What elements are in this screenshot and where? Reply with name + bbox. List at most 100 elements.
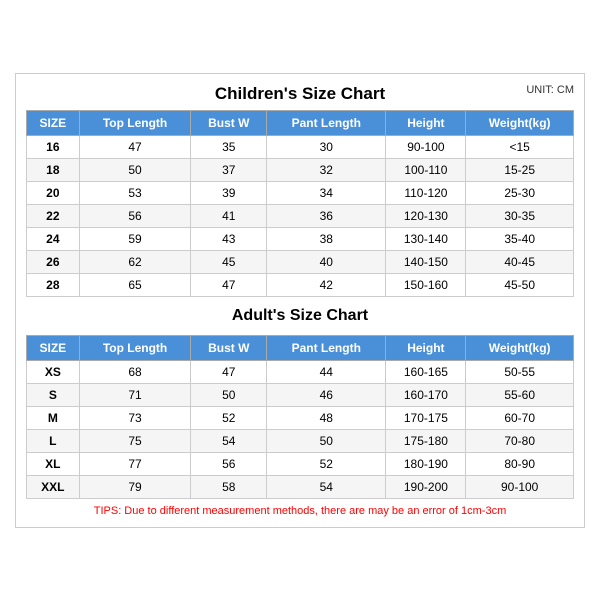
table-cell: 50 <box>191 383 267 406</box>
table-cell: 48 <box>267 406 386 429</box>
children-col-weight: Weight(kg) <box>466 110 574 135</box>
table-cell: 47 <box>79 135 191 158</box>
table-row: XXL795854190-20090-100 <box>27 475 574 498</box>
adults-col-bust-w: Bust W <box>191 335 267 360</box>
table-cell: 30-35 <box>466 204 574 227</box>
table-cell: 175-180 <box>386 429 466 452</box>
table-cell: XS <box>27 360 80 383</box>
table-cell: 40-45 <box>466 250 574 273</box>
children-col-pant-length: Pant Length <box>267 110 386 135</box>
table-cell: 34 <box>267 181 386 204</box>
table-cell: 58 <box>191 475 267 498</box>
table-cell: 36 <box>267 204 386 227</box>
table-cell: 46 <box>267 383 386 406</box>
table-cell: 90-100 <box>386 135 466 158</box>
children-header-row: SIZE Top Length Bust W Pant Length Heigh… <box>27 110 574 135</box>
table-cell: 20 <box>27 181 80 204</box>
adults-chart-title: Adult's Size Chart <box>26 301 574 331</box>
table-cell: 71 <box>79 383 191 406</box>
table-cell: 160-170 <box>386 383 466 406</box>
table-cell: 35-40 <box>466 227 574 250</box>
table-row: 26624540140-15040-45 <box>27 250 574 273</box>
table-row: 18503732100-11015-25 <box>27 158 574 181</box>
table-cell: 37 <box>191 158 267 181</box>
children-col-bust-w: Bust W <box>191 110 267 135</box>
table-cell: 80-90 <box>466 452 574 475</box>
table-row: M735248170-17560-70 <box>27 406 574 429</box>
table-cell: 56 <box>79 204 191 227</box>
table-cell: 30 <box>267 135 386 158</box>
table-cell: 110-120 <box>386 181 466 204</box>
table-row: XL775652180-19080-90 <box>27 452 574 475</box>
table-cell: 50 <box>267 429 386 452</box>
children-col-size: SIZE <box>27 110 80 135</box>
table-cell: 70-80 <box>466 429 574 452</box>
table-cell: 79 <box>79 475 191 498</box>
table-cell: 38 <box>267 227 386 250</box>
table-cell: 45 <box>191 250 267 273</box>
table-cell: 150-160 <box>386 273 466 296</box>
table-row: 24594338130-14035-40 <box>27 227 574 250</box>
table-cell: 50 <box>79 158 191 181</box>
table-cell: 180-190 <box>386 452 466 475</box>
table-row: 1647353090-100<15 <box>27 135 574 158</box>
table-cell: 170-175 <box>386 406 466 429</box>
children-title-row: Children's Size Chart UNIT: CM <box>26 84 574 104</box>
table-cell: 56 <box>191 452 267 475</box>
table-cell: 140-150 <box>386 250 466 273</box>
table-row: XS684744160-16550-55 <box>27 360 574 383</box>
table-cell: 60-70 <box>466 406 574 429</box>
table-row: 28654742150-16045-50 <box>27 273 574 296</box>
adults-header-row: SIZE Top Length Bust W Pant Length Heigh… <box>27 335 574 360</box>
table-cell: 54 <box>191 429 267 452</box>
table-cell: 39 <box>191 181 267 204</box>
table-cell: 160-165 <box>386 360 466 383</box>
table-cell: 54 <box>267 475 386 498</box>
children-col-height: Height <box>386 110 466 135</box>
table-cell: 130-140 <box>386 227 466 250</box>
adults-col-size: SIZE <box>27 335 80 360</box>
children-chart-title: Children's Size Chart <box>215 84 385 104</box>
table-cell: 120-130 <box>386 204 466 227</box>
adults-col-pant-length: Pant Length <box>267 335 386 360</box>
table-cell: 52 <box>191 406 267 429</box>
children-size-table: SIZE Top Length Bust W Pant Length Heigh… <box>26 110 574 297</box>
table-cell: 62 <box>79 250 191 273</box>
table-cell: XXL <box>27 475 80 498</box>
table-cell: 75 <box>79 429 191 452</box>
table-cell: <15 <box>466 135 574 158</box>
table-cell: 59 <box>79 227 191 250</box>
table-cell: 15-25 <box>466 158 574 181</box>
table-cell: 47 <box>191 273 267 296</box>
table-cell: 73 <box>79 406 191 429</box>
adults-col-top-length: Top Length <box>79 335 191 360</box>
children-col-top-length: Top Length <box>79 110 191 135</box>
table-cell: 68 <box>79 360 191 383</box>
table-cell: 55-60 <box>466 383 574 406</box>
table-row: 20533934110-12025-30 <box>27 181 574 204</box>
table-row: 22564136120-13030-35 <box>27 204 574 227</box>
table-cell: 18 <box>27 158 80 181</box>
table-cell: 190-200 <box>386 475 466 498</box>
table-cell: 24 <box>27 227 80 250</box>
table-cell: 100-110 <box>386 158 466 181</box>
table-cell: 53 <box>79 181 191 204</box>
table-cell: 16 <box>27 135 80 158</box>
adults-size-table: SIZE Top Length Bust W Pant Length Heigh… <box>26 335 574 499</box>
table-cell: 41 <box>191 204 267 227</box>
table-cell: 42 <box>267 273 386 296</box>
table-cell: 52 <box>267 452 386 475</box>
adults-title-table: Adult's Size Chart <box>26 301 574 331</box>
adults-col-weight: Weight(kg) <box>466 335 574 360</box>
adults-col-height: Height <box>386 335 466 360</box>
table-cell: 25-30 <box>466 181 574 204</box>
table-cell: 65 <box>79 273 191 296</box>
table-cell: 26 <box>27 250 80 273</box>
size-chart-container: Children's Size Chart UNIT: CM SIZE Top … <box>15 73 585 528</box>
unit-label: UNIT: CM <box>526 84 574 96</box>
table-row: L755450175-18070-80 <box>27 429 574 452</box>
table-cell: 50-55 <box>466 360 574 383</box>
table-cell: 47 <box>191 360 267 383</box>
tips-text: TIPS: Due to different measurement metho… <box>26 505 574 517</box>
table-cell: S <box>27 383 80 406</box>
